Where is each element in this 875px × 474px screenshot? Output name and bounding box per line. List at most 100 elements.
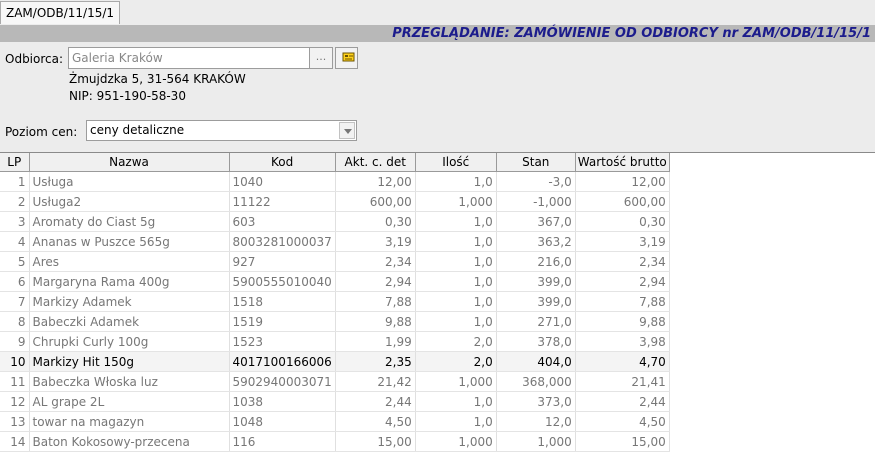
table-cell: Usługa — [29, 171, 230, 192]
table-cell: 1519 — [229, 311, 336, 332]
table-row[interactable]: 13 towar na magazyn 1048 4,50 1,0 12,0 4,50 — [0, 411, 670, 432]
page-title: PRZEGLĄDANIE: ZAMÓWIENIE OD ODBIORCY nr … — [392, 26, 871, 41]
table-cell: 1,99 — [335, 331, 416, 352]
table-cell: 2,0 — [415, 351, 497, 372]
table-cell: 1 — [0, 171, 30, 192]
table-cell: 1,0 — [415, 271, 497, 292]
column-header[interactable]: Nazwa — [29, 153, 230, 172]
table-cell: 0,30 — [335, 211, 416, 232]
table-header-row: LP Nazwa Kod Akt. c. det Ilość Stan Wartość br… — [0, 153, 670, 172]
items-table: LP Nazwa Kod Akt. c. det Ilość Stan Wartość br… — [0, 153, 670, 452]
table-cell: Usługa2 — [29, 191, 230, 212]
tab-order[interactable]: ZAM/ODB/11/15/1 — [0, 1, 121, 24]
column-header[interactable]: Ilość — [415, 153, 497, 172]
table-cell: 2,34 — [575, 251, 670, 272]
table-cell: -1,000 — [496, 191, 576, 212]
table-cell: 2,94 — [575, 271, 670, 292]
table-cell: 1523 — [229, 331, 336, 352]
table-cell: 1,0 — [415, 411, 497, 432]
table-row[interactable]: 7 Markizy Adamek 1518 7,88 1,0 399,0 7,88 — [0, 291, 670, 312]
table-cell: Babeczka Włoska luz — [29, 371, 230, 392]
column-header[interactable]: Kod — [229, 153, 336, 172]
table-cell: 12 — [0, 391, 30, 412]
table-cell: 1,0 — [415, 171, 497, 192]
recipient-label: Odbiorca: — [5, 52, 64, 66]
table-cell: 7 — [0, 291, 30, 312]
table-row[interactable]: 3 Aromaty do Ciast 5g 603 0,30 1,0 367,0 0,30 — [0, 211, 670, 232]
table-cell: 1,0 — [415, 391, 497, 412]
table-row[interactable]: 8 Babeczki Adamek 1519 9,88 1,0 271,0 9,88 — [0, 311, 670, 332]
table-cell: 600,00 — [335, 191, 416, 212]
table-cell: 927 — [229, 251, 336, 272]
table-cell: Markizy Adamek — [29, 291, 230, 312]
table-cell: Margaryna Rama 400g — [29, 271, 230, 292]
table-cell: 367,0 — [496, 211, 576, 232]
table-row[interactable]: 9 Chrupki Curly 100g 1523 1,99 2,0 378,0 3,98 — [0, 331, 670, 352]
table-cell: 5900555010040 — [229, 271, 336, 292]
table-cell: 3,19 — [335, 231, 416, 252]
table-cell: 116 — [229, 431, 336, 452]
table-cell: 9,88 — [335, 311, 416, 332]
tab-label: ZAM/ODB/11/15/1 — [6, 6, 115, 20]
table-cell: 216,0 — [496, 251, 576, 272]
table-cell: 6 — [0, 271, 30, 292]
table-cell: 399,0 — [496, 291, 576, 312]
table-cell: -3,0 — [496, 171, 576, 192]
browse-button[interactable]: ... — [309, 47, 333, 69]
table-cell: 1,0 — [415, 211, 497, 232]
lookup-button[interactable] — [335, 47, 358, 69]
table-row[interactable]: 11 Babeczka Włoska luz 5902940003071 21,42 1… — [0, 371, 670, 392]
table-cell: Aromaty do Ciast 5g — [29, 211, 230, 232]
table-cell: 0,30 — [575, 211, 670, 232]
table-cell: Babeczki Adamek — [29, 311, 230, 332]
table-cell: 603 — [229, 211, 336, 232]
column-header[interactable]: Wartość brutto — [575, 153, 670, 172]
table-cell: 12,0 — [496, 411, 576, 432]
table-cell: 2,94 — [335, 271, 416, 292]
table-cell: 373,0 — [496, 391, 576, 412]
items-grid: LP Nazwa Kod Akt. c. det Ilość Stan Wartość br… — [0, 152, 875, 474]
table-row[interactable]: 2 Usługa2 11122 600,00 1,000 -1,000 600,00 — [0, 191, 670, 212]
table-row[interactable]: 5 Ares 927 2,34 1,0 216,0 2,34 — [0, 251, 670, 272]
table-cell: 378,0 — [496, 331, 576, 352]
price-level-label: Poziom cen: — [5, 125, 78, 139]
column-header[interactable]: Akt. c. det — [335, 153, 416, 172]
table-cell: 399,0 — [496, 271, 576, 292]
table-cell: 9,88 — [575, 311, 670, 332]
table-cell: 1518 — [229, 291, 336, 312]
table-cell: 271,0 — [496, 311, 576, 332]
table-body: 1 Usługa 1040 12,00 1,0 -3,0 12,00 2 Usługa2 1112… — [0, 171, 670, 452]
table-row[interactable]: 10 Markizy Hit 150g 4017100166006 2,35 2,0 40… — [0, 351, 670, 372]
table-cell: 363,2 — [496, 231, 576, 252]
chevron-down-icon[interactable] — [339, 122, 355, 139]
table-cell: 368,000 — [496, 371, 576, 392]
table-cell: 21,41 — [575, 371, 670, 392]
table-cell: 2,34 — [335, 251, 416, 272]
table-cell: Markizy Hit 150g — [29, 351, 230, 372]
table-cell: 1,0 — [415, 251, 497, 272]
table-cell: 7,88 — [335, 291, 416, 312]
table-cell: 404,0 — [496, 351, 576, 372]
column-header[interactable]: Stan — [496, 153, 576, 172]
table-row[interactable]: 6 Margaryna Rama 400g 5900555010040 2,94 1,0… — [0, 271, 670, 292]
price-level-select[interactable]: ceny detaliczne — [86, 120, 357, 141]
table-cell: 1,000 — [415, 371, 497, 392]
table-row[interactable]: 12 AL grape 2L 1038 2,44 1,0 373,0 2,44 — [0, 391, 670, 412]
column-header[interactable]: LP — [0, 153, 30, 172]
price-level-value: ceny detaliczne — [90, 123, 185, 137]
table-cell: 11122 — [229, 191, 336, 212]
recipient-field[interactable]: Galeria Kraków — [68, 47, 310, 69]
table-cell: 4,50 — [575, 411, 670, 432]
table-cell: 8003281000037 — [229, 231, 336, 252]
table-cell: 15,00 — [335, 431, 416, 452]
table-row[interactable]: 1 Usługa 1040 12,00 1,0 -3,0 12,00 — [0, 171, 670, 192]
table-cell: 12,00 — [335, 171, 416, 192]
table-cell: 4,70 — [575, 351, 670, 372]
table-row[interactable]: 4 Ananas w Puszce 565g 8003281000037 3,19 1,… — [0, 231, 670, 252]
table-cell: 10 — [0, 351, 30, 372]
table-cell: 4017100166006 — [229, 351, 336, 372]
recipient-nip: NIP: 951-190-58-30 — [69, 89, 186, 103]
table-cell: 2,35 — [335, 351, 416, 372]
table-cell: 2,44 — [575, 391, 670, 412]
table-row[interactable]: 14 Baton Kokosowy-przecena 116 15,00 1,000 1,… — [0, 431, 670, 452]
